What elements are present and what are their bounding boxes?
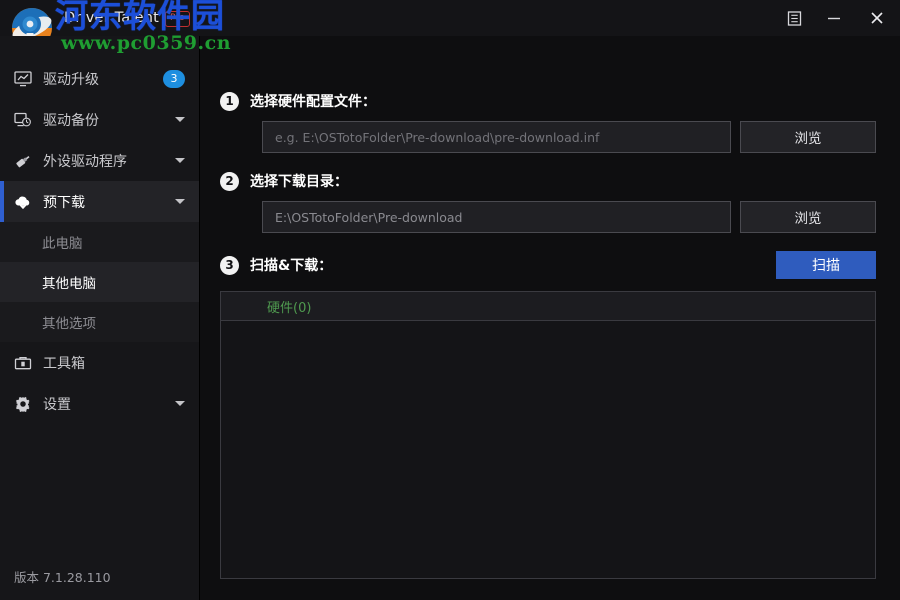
sidebar-subitem-label: 此电脑 [42,236,83,252]
chevron-down-icon [175,158,185,163]
scan-button[interactable]: 扫描 [776,251,876,279]
sidebar-item-label: 工具箱 [43,355,85,372]
sidebar-item-label: 预下载 [43,194,85,211]
sidebar-nav: 驱动升级 3 驱动备份 外设驱动程序 预下载 此电脑 其他电脑 其他选项 工具箱… [0,36,199,424]
app-logo [0,0,56,48]
step-2-number: 2 [220,171,239,191]
window-title: Driver Talent Pro [64,10,190,27]
menu-button[interactable] [774,0,814,36]
window-body: 驱动升级 3 驱动备份 外设驱动程序 预下载 此电脑 其他电脑 其他选项 工具箱… [0,36,900,600]
step-3-number: 3 [220,255,239,275]
monitor-clock-icon [14,111,36,129]
step-1-header: 1 选择硬件配置文件： [220,91,876,111]
version-label: 版本 7.1.28.110 [14,570,111,585]
upgrade-count-badge: 3 [163,69,185,88]
sidebar-item-settings[interactable]: 设置 [0,383,199,424]
sidebar-item-pre-download[interactable]: 预下载 [0,181,199,222]
sidebar-subitem-this-computer[interactable]: 此电脑 [0,222,199,262]
main-content: 1 选择硬件配置文件： e.g. E:\OSTotoFolder\Pre-dow… [200,36,900,600]
minimize-button[interactable] [814,0,854,36]
pro-badge: Pro [165,10,190,27]
sidebar-item-toolbox[interactable]: 工具箱 [0,342,199,383]
chevron-down-icon [175,199,185,204]
step-3-header: 3 扫描&下载： 扫描 [220,251,876,279]
step-2-label: 选择下载目录： [250,174,348,190]
sidebar: 驱动升级 3 驱动备份 外设驱动程序 预下载 此电脑 其他电脑 其他选项 工具箱… [0,36,200,600]
sidebar-item-label: 外设驱动程序 [43,153,127,170]
results-panel: 硬件(0) [220,291,876,579]
results-list[interactable] [221,321,875,578]
gear-icon [14,395,36,413]
window-controls [774,0,900,36]
sidebar-item-driver-backup[interactable]: 驱动备份 [0,99,199,140]
hardware-count-label: 硬件(0) [267,300,312,316]
sidebar-item-label: 驱动升级 [43,71,99,88]
close-icon [871,12,883,24]
minimize-icon [828,17,840,20]
step-1-label: 选择硬件配置文件： [250,94,376,110]
usb-plug-icon [14,152,36,170]
sidebar-subnav-pre-download: 此电脑 其他电脑 其他选项 [0,222,199,342]
sidebar-subitem-label: 其他选项 [42,316,96,332]
sidebar-item-label: 设置 [43,396,71,413]
application-window: Driver Talent Pro 河东软件园 www.pc0359.cn 驱动… [0,0,900,600]
sidebar-item-driver-upgrade[interactable]: 驱动升级 3 [0,58,199,99]
step-1-number: 1 [220,91,239,111]
config-file-input[interactable]: e.g. E:\OSTotoFolder\Pre-download\pre-do… [262,121,731,153]
browse-download-directory-button[interactable]: 浏览 [740,201,876,233]
sidebar-subitem-label: 其他电脑 [42,276,96,292]
title-bar: Driver Talent Pro 河东软件园 www.pc0359.cn [0,0,900,54]
browse-config-file-button[interactable]: 浏览 [740,121,876,153]
step-2-header: 2 选择下载目录： [220,171,876,191]
sidebar-subitem-other-computer[interactable]: 其他电脑 [0,262,199,302]
chevron-down-icon [175,401,185,406]
monitor-upgrade-icon [14,70,36,88]
close-button[interactable] [854,0,900,36]
chevron-down-icon [175,117,185,122]
sidebar-item-peripheral-drivers[interactable]: 外设驱动程序 [0,140,199,181]
step-3-label: 扫描&下载： [250,258,333,274]
menu-icon [787,10,801,26]
window-title-text: Driver Talent [64,9,159,26]
results-column-header: 硬件(0) [221,292,875,321]
step-2-row: E:\OSTotoFolder\Pre-download 浏览 [262,201,876,233]
step-1-row: e.g. E:\OSTotoFolder\Pre-download\pre-do… [262,121,876,153]
cloud-download-icon [14,193,36,211]
sidebar-subitem-other-options[interactable]: 其他选项 [0,302,199,342]
sidebar-item-label: 驱动备份 [43,112,99,129]
toolbox-icon [14,354,36,372]
download-directory-input[interactable]: E:\OSTotoFolder\Pre-download [262,201,731,233]
